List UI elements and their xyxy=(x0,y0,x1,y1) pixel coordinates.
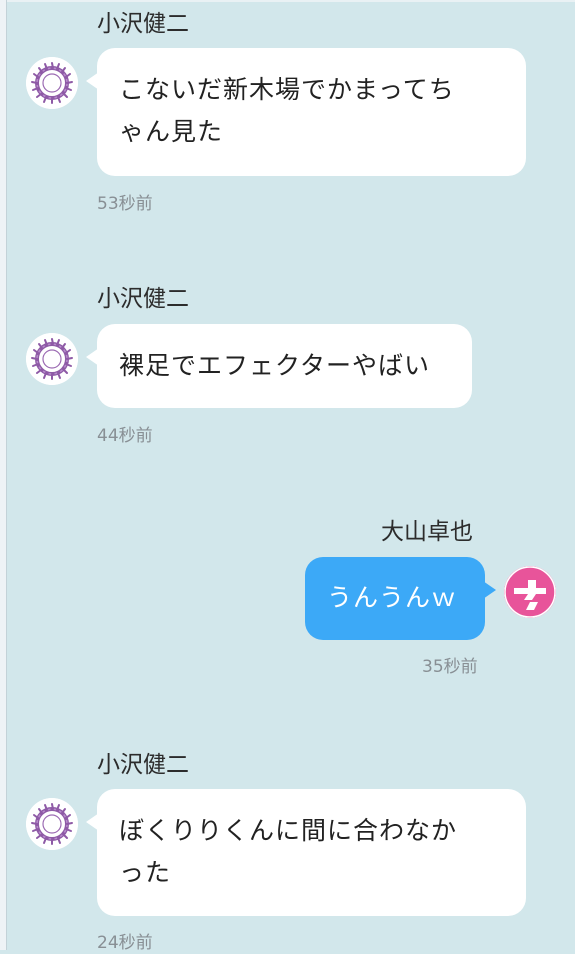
message-text-line: こないだ新木場でかまってち xyxy=(119,75,455,104)
message-timestamp: 35秒前 xyxy=(422,657,478,677)
purple-thorn-wreath-icon[interactable] xyxy=(26,798,78,850)
purple-thorn-wreath-icon[interactable] xyxy=(26,333,78,385)
message-bubble[interactable]: ぼくりりくんに間に合わなか った xyxy=(86,789,526,916)
sender-name: 小沢健二 xyxy=(97,286,189,312)
message-text-line: った xyxy=(119,858,172,887)
sender-name: 小沢健二 xyxy=(97,11,189,37)
message-timestamp: 53秒前 xyxy=(97,194,153,214)
message-bubble[interactable]: こないだ新木場でかまってち ゃん見た xyxy=(86,48,526,176)
sender-name: 大山卓也 xyxy=(381,519,473,545)
chat-message-list[interactable]: 小沢健二 こないだ新木場でかまってち ゃん見た 53秒前 小沢健二 裸足でエフェ… xyxy=(0,0,575,953)
message-text-line: うんうんｗ xyxy=(327,583,458,612)
message-bubble[interactable]: 裸足でエフェクターやばい xyxy=(86,324,472,408)
message-timestamp: 44秒前 xyxy=(97,426,153,446)
message-bubble[interactable]: うんうんｗ xyxy=(305,557,496,640)
sender-name: 小沢健二 xyxy=(97,752,189,778)
message-text-line: ぼくりりくんに間に合わなか xyxy=(119,816,458,845)
purple-thorn-wreath-icon[interactable] xyxy=(26,57,78,109)
message-timestamp: 24秒前 xyxy=(97,933,153,953)
message-text-line: 裸足でエフェクターやばい xyxy=(119,351,431,380)
message-incoming: 小沢健二 こないだ新木場でかまってち ゃん見た 53秒前 xyxy=(0,0,575,230)
pink-logo-icon[interactable] xyxy=(504,566,556,618)
message-text-line: ゃん見た xyxy=(119,117,224,146)
